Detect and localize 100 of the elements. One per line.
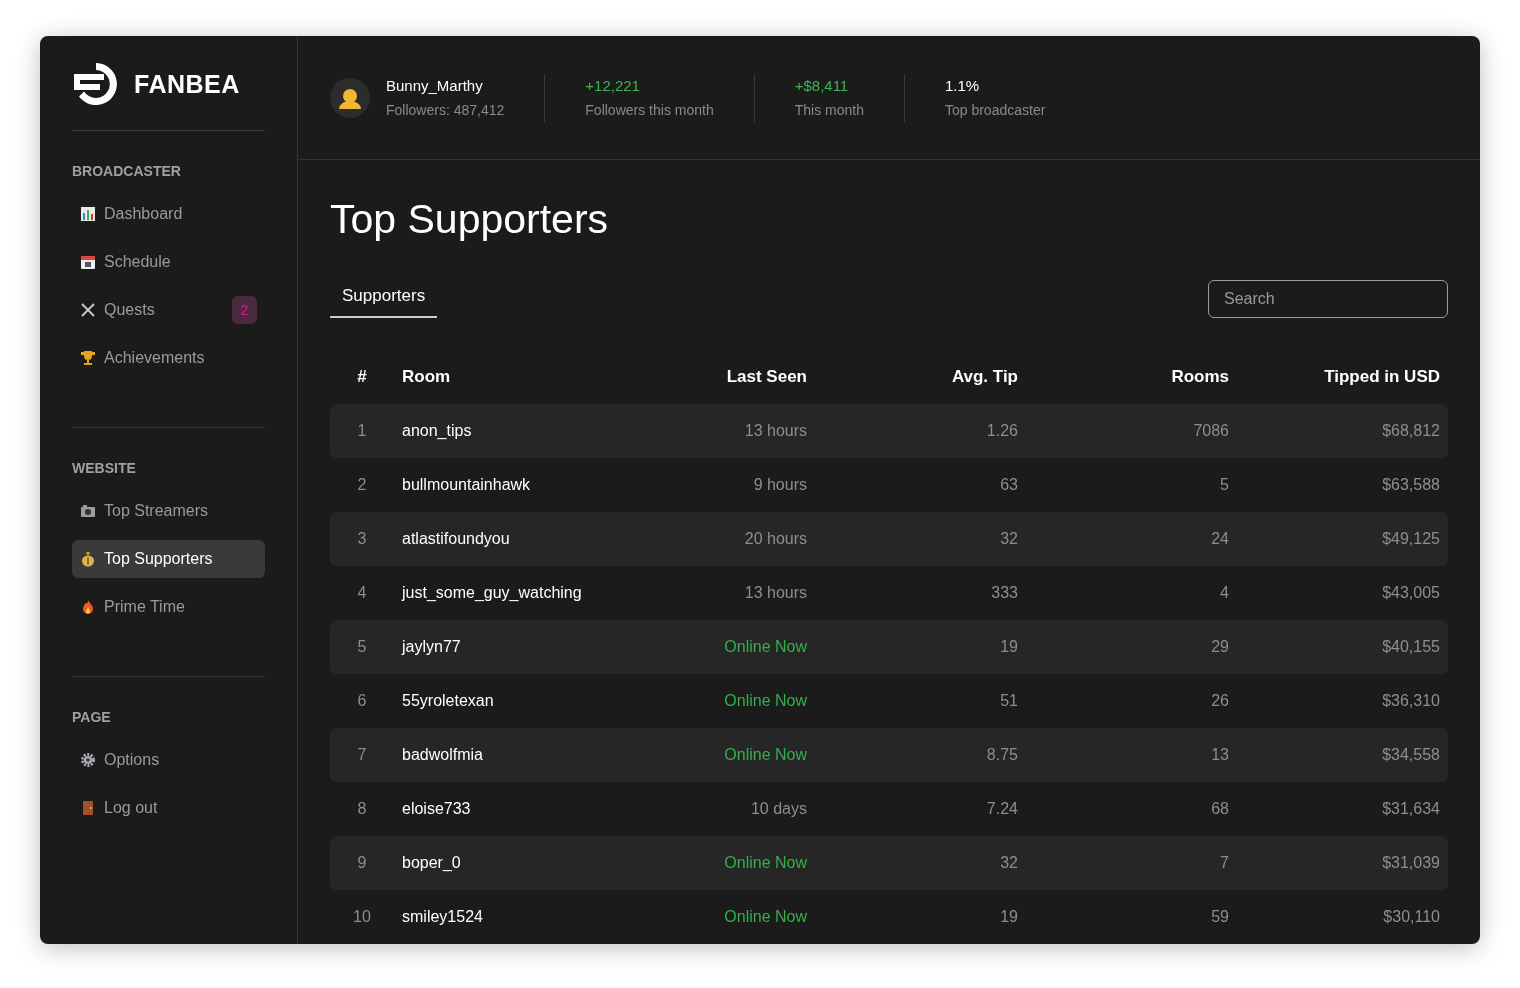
avg-tip-cell-text: 63 xyxy=(999,476,1018,494)
tipped-cell-text: $36,310 xyxy=(1381,692,1440,710)
section-heading: WEBSITE xyxy=(72,460,137,476)
last-seen-cell-text: Online Now xyxy=(723,854,807,872)
calendar-icon xyxy=(80,254,96,270)
stat-label: Followers this month xyxy=(585,102,714,118)
rooms-cell-text: 5 xyxy=(1219,476,1229,494)
section-heading: BROADCASTER xyxy=(72,163,182,179)
tipped-cell-text: $40,155 xyxy=(1381,638,1440,656)
last-seen-cell-text: Online Now xyxy=(723,746,807,764)
avg-tip-cell-text: 8.75 xyxy=(985,746,1018,764)
room-cell-text: jaylyn77 xyxy=(400,638,462,656)
rooms-cell-text: 24 xyxy=(1210,530,1229,548)
rank-cell-text: 1 xyxy=(356,422,368,440)
avg-tip-cell-text: 32 xyxy=(999,530,1018,548)
tab[interactable]: Supporters xyxy=(330,280,438,318)
room-cell-text: badwolfmia xyxy=(401,746,484,764)
last-seen-cell-text: Online Now xyxy=(723,692,807,710)
avg-tip-cell-text: 19 xyxy=(999,638,1018,656)
bar-chart-icon xyxy=(80,206,96,222)
tipped-cell-text: $49,125 xyxy=(1381,530,1440,548)
room-cell-text: eloise733 xyxy=(401,800,472,818)
last-seen-cell-text: Online Now xyxy=(723,638,807,656)
sidebar-item[interactable]: Prime Time xyxy=(72,588,265,626)
rank-cell-text: 2 xyxy=(356,476,368,494)
tipped-cell-text: $68,812 xyxy=(1381,422,1440,440)
search-field[interactable]: Search xyxy=(1208,280,1448,318)
rooms-cell-text: 59 xyxy=(1210,908,1229,926)
stat-label: This month xyxy=(794,102,864,118)
rooms-cell-text: 68 xyxy=(1210,800,1229,818)
stat-value: 1.1% xyxy=(944,77,981,94)
last-seen-cell-text: 13 hours xyxy=(743,584,807,602)
tipped-cell-text: $30,110 xyxy=(1382,908,1440,926)
avg-tip-cell-text: 1.26 xyxy=(985,422,1018,440)
trophy-icon xyxy=(80,350,96,366)
rank-cell-text: 6 xyxy=(356,692,368,710)
last-seen-cell-text: 9 hours xyxy=(752,476,807,494)
column-header: # xyxy=(356,367,368,387)
section-heading: PAGE xyxy=(72,709,112,725)
sidebar-item[interactable]: Options xyxy=(72,741,265,779)
sidebar-item[interactable]: Log out xyxy=(72,789,265,827)
rooms-cell-text: 26 xyxy=(1210,692,1229,710)
last-seen-cell-text: 10 days xyxy=(749,800,807,818)
camera-icon xyxy=(80,503,96,519)
avatar-icon xyxy=(330,77,370,118)
avg-tip-cell-text: 19 xyxy=(999,908,1018,926)
rank-cell-text: 3 xyxy=(356,530,368,548)
door-icon xyxy=(80,800,96,816)
tipped-cell-text: $63,588 xyxy=(1381,476,1440,494)
room-cell-text: anon_tips xyxy=(401,422,473,440)
rooms-cell-text: 29 xyxy=(1210,638,1229,656)
avg-tip-cell-text: 32 xyxy=(999,854,1018,872)
room-cell-text: 55yroletexan xyxy=(401,692,495,710)
tipped-cell-text: $43,005 xyxy=(1381,584,1440,602)
rank-cell-text: 7 xyxy=(356,746,368,764)
column-header: Avg. Tip xyxy=(950,367,1018,387)
rank-cell-text: 4 xyxy=(356,584,368,602)
column-header: Last Seen xyxy=(725,367,807,387)
rooms-cell-text: 13 xyxy=(1210,746,1229,764)
room-cell-text: boper_0 xyxy=(401,854,462,872)
column-header: Rooms xyxy=(1170,367,1229,387)
logo-text: FANBEA xyxy=(134,69,240,99)
gear-icon xyxy=(80,752,96,768)
avg-tip-cell-text: 51 xyxy=(999,692,1018,710)
room-cell-text: atlastifoundyou xyxy=(401,530,511,548)
rank-cell-text: 8 xyxy=(356,800,368,818)
tipped-cell-text: $31,039 xyxy=(1381,854,1440,872)
stat-value: +12,221 xyxy=(585,77,641,94)
rank-cell-text: 10 xyxy=(352,908,372,926)
sidebar-item[interactable]: Top Streamers xyxy=(72,492,265,530)
profile-name: Bunny_Marthy xyxy=(386,77,484,94)
room-cell-text: just_some_guy_watching xyxy=(400,584,583,602)
rank-cell-text: 5 xyxy=(356,638,368,656)
last-seen-cell-text: 20 hours xyxy=(743,530,807,548)
sidebar-item[interactable]: Quests 2 xyxy=(72,291,265,329)
count-badge: 2 xyxy=(232,296,257,324)
room-cell-text: bullmountainhawk xyxy=(401,476,532,494)
column-header: Tipped in USD xyxy=(1323,367,1440,387)
rooms-cell-text: 7 xyxy=(1219,854,1229,872)
stat-value: +$8,411 xyxy=(794,77,850,94)
tipped-cell-text: $31,634 xyxy=(1381,800,1440,818)
follower-count: Followers: 487,412 xyxy=(386,102,505,118)
rooms-cell-text: 4 xyxy=(1219,584,1229,602)
avg-tip-cell-text: 333 xyxy=(990,584,1018,602)
column-header: Room xyxy=(401,367,452,387)
logo-icon xyxy=(72,60,120,108)
sidebar-item[interactable]: Dashboard xyxy=(72,195,265,233)
last-seen-cell-text: 13 hours xyxy=(743,422,807,440)
tipped-cell-text: $34,558 xyxy=(1381,746,1440,764)
flame-icon xyxy=(80,599,96,615)
room-cell-text: smiley1524 xyxy=(401,908,484,926)
avg-tip-cell-text: 7.24 xyxy=(985,800,1018,818)
last-seen-cell-text: Online Now xyxy=(723,908,807,926)
sidebar-item[interactable]: Top Supporters xyxy=(72,540,265,578)
rank-cell-text: 9 xyxy=(356,854,368,872)
page-title: Top Supporters xyxy=(330,196,610,244)
stat-label: Top broadcaster xyxy=(944,102,1046,118)
sidebar-item[interactable]: Achievements xyxy=(72,339,265,377)
sidebar-item[interactable]: Schedule xyxy=(72,243,265,281)
rooms-cell-text: 7086 xyxy=(1192,422,1229,440)
